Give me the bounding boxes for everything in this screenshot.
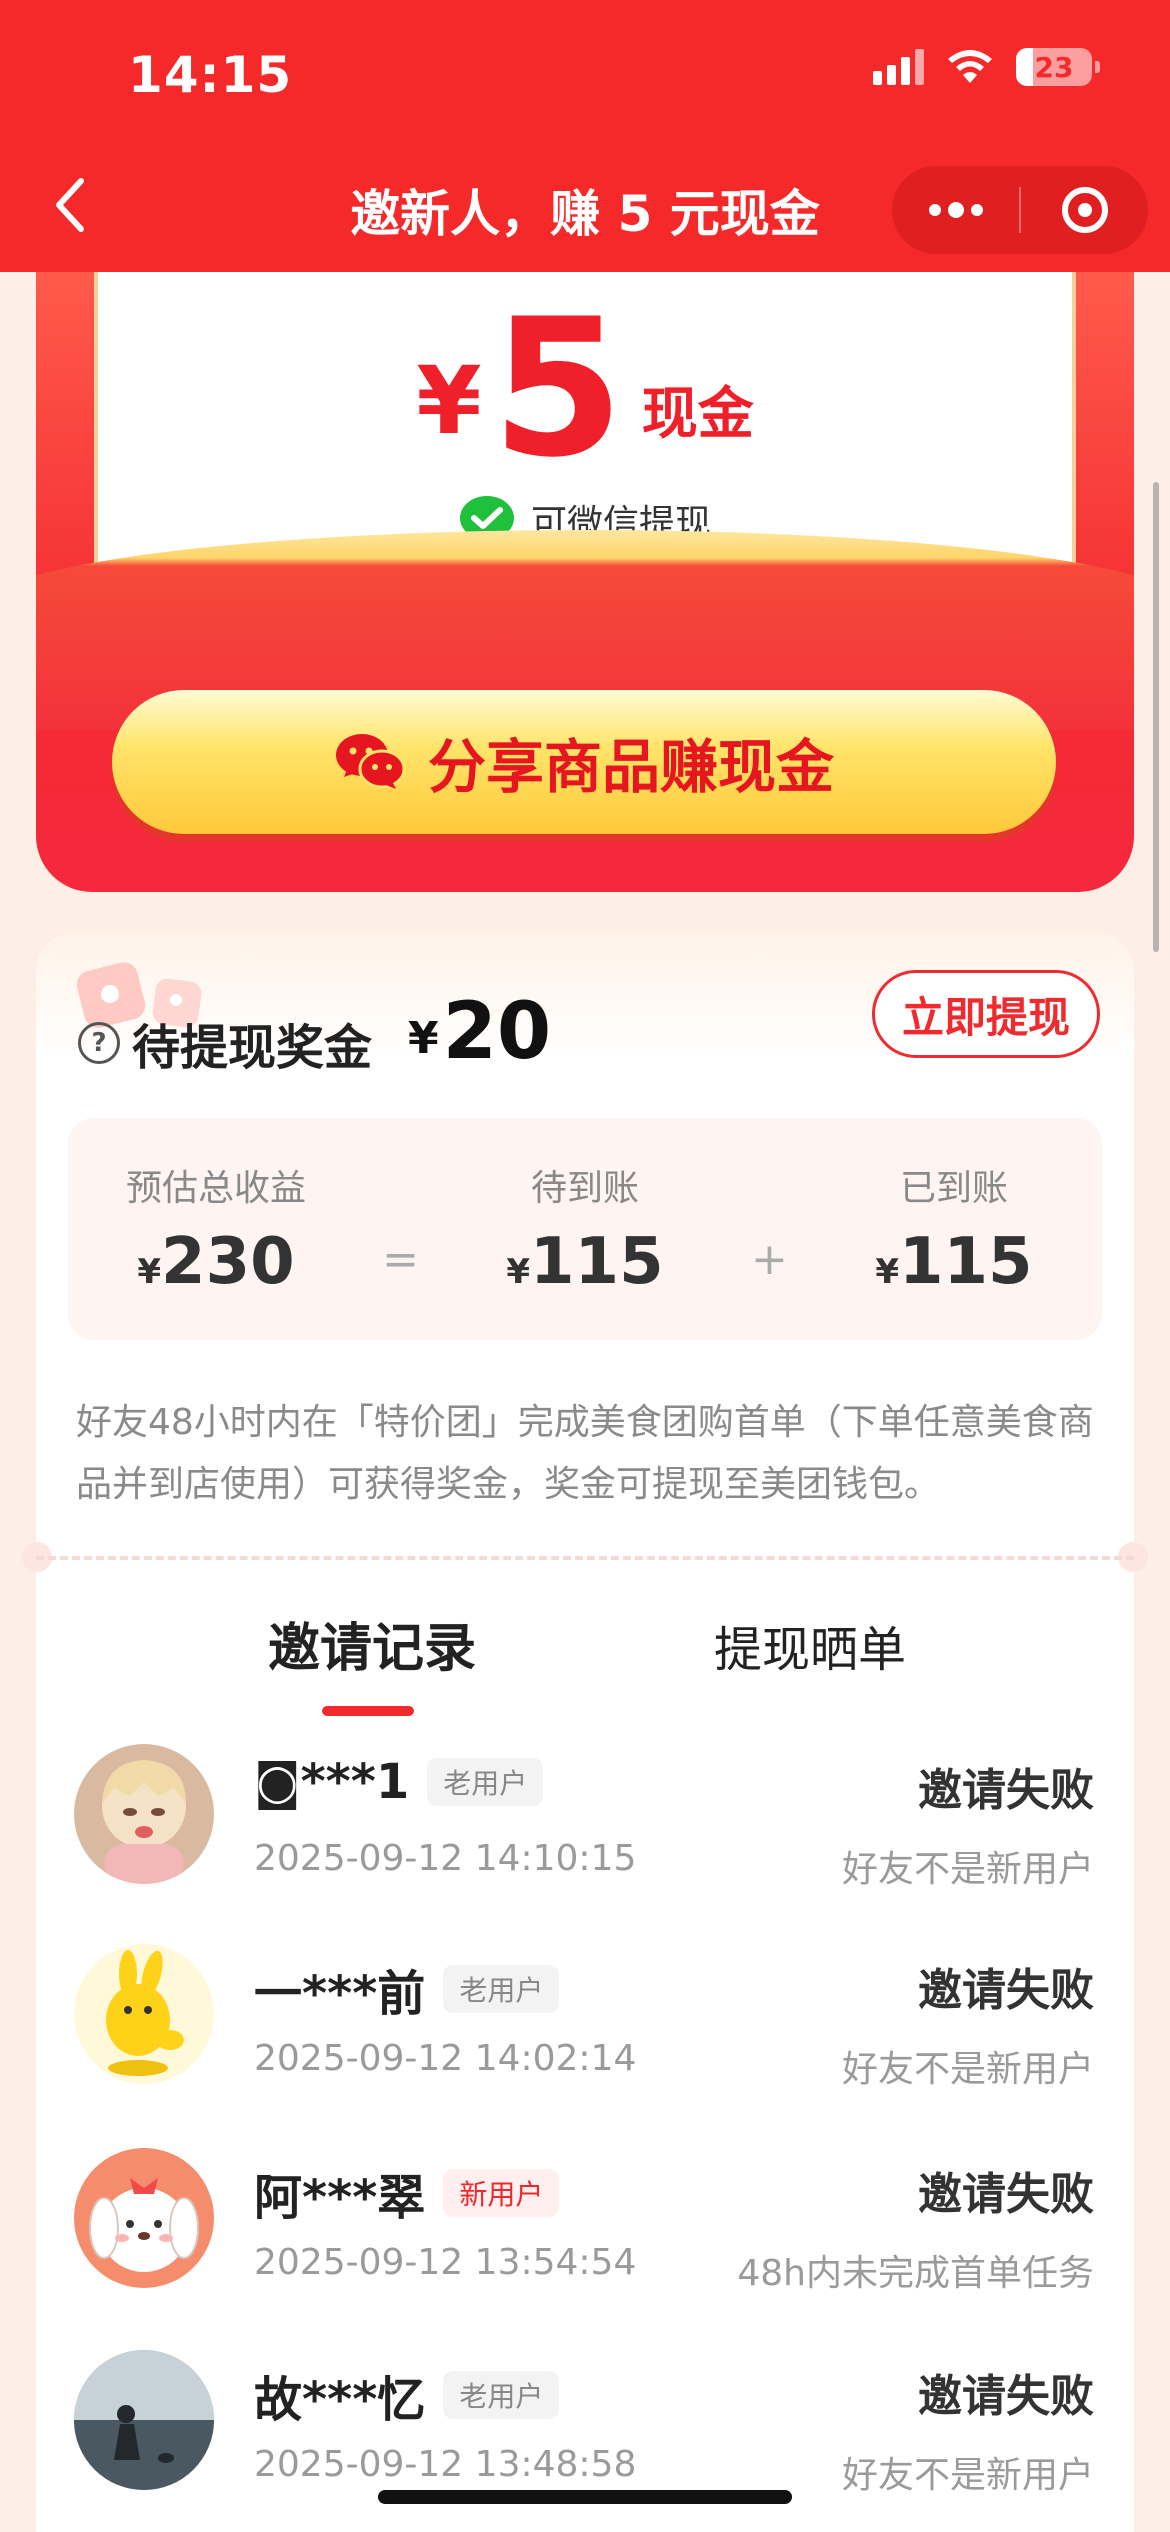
avatar (74, 2350, 214, 2490)
bonus-amount: 20 (442, 987, 552, 1077)
reward-value: 5 (491, 278, 624, 499)
avatar (74, 1944, 214, 2084)
battery-percent: 23 (1034, 50, 1074, 84)
invite-reason: 好友不是新用户 (841, 2455, 1094, 2496)
user-type-tag: 老用户 (427, 1758, 544, 1806)
invitee-name: ◙***1 (254, 1754, 410, 1810)
list-item[interactable]: ◙***1 老用户 2025-09-12 14:10:15 邀请失败 好友不是新… (36, 1744, 1134, 1914)
avatar (74, 1744, 214, 1884)
signal-icon (873, 49, 924, 85)
bonus-panel: ? 待提现奖金 ¥ 20 立即提现 预估总收益 ¥230 = 待到账 ¥115 … (36, 932, 1134, 1572)
invitee-name: 一***前 (254, 1966, 426, 2022)
pending-value: 115 (530, 1225, 664, 1299)
invite-status: 邀请失败 (918, 2169, 1094, 2220)
invite-reason: 好友不是新用户 (841, 1849, 1094, 1890)
avatar (74, 2148, 214, 2288)
user-type-tag: 新用户 (443, 2169, 560, 2217)
status-time: 14:15 (128, 46, 293, 104)
close-miniprogram-button[interactable] (1021, 166, 1148, 254)
invite-reason: 48h内未完成首单任务 (737, 2253, 1094, 2294)
user-type-tag: 老用户 (443, 2371, 560, 2419)
more-dots-icon (928, 202, 983, 218)
invitee-name: 故***忆 (254, 2372, 426, 2428)
reward-unit: 现金 (641, 382, 754, 447)
pending-bonus-text: 待提现奖金 (132, 1020, 373, 1076)
records-tabs: 邀请记录 提现晒单 (36, 1606, 1134, 1716)
received-earnings: 已到账 ¥115 (824, 1159, 1084, 1299)
user-type-tag: 老用户 (443, 1965, 560, 2013)
pending-earnings: 待到账 ¥115 (455, 1159, 715, 1299)
tab-withdraw-showcase[interactable]: 提现晒单 (714, 1610, 906, 1680)
equals-sign: = (382, 1233, 419, 1285)
pending-bonus-value: ¥ 20 (408, 990, 551, 1074)
reward-envelope-card: ¥ 5 现金 可微信提现 分享商品赚现金 (36, 272, 1134, 892)
scrollbar[interactable] (1153, 482, 1159, 952)
battery-fill (1016, 48, 1034, 86)
active-tab-indicator (322, 1706, 414, 1716)
earnings-summary: 预估总收益 ¥230 = 待到账 ¥115 + 已到账 ¥115 (68, 1118, 1102, 1340)
received-currency: ¥ (875, 1252, 899, 1292)
invite-records-section: 邀请记录 提现晒单 ◙***1 老用户 2025-09-12 14:10:15 … (36, 1572, 1134, 2532)
estimated-total-value: 230 (161, 1225, 295, 1299)
wechat-icon (335, 734, 406, 789)
reward-currency: ¥ (416, 347, 482, 456)
bonus-rules: 好友48小时内在「特价团」完成美食团购首单（下单任意美食商品并到店使用）可获得奖… (76, 1402, 1094, 1505)
invite-status: 邀请失败 (918, 2371, 1094, 2422)
tab-invite-records[interactable]: 邀请记录 (268, 1606, 476, 1681)
received-label: 已到账 (899, 1168, 1008, 1209)
bonus-currency: ¥ (408, 1013, 439, 1064)
pending-currency: ¥ (506, 1252, 531, 1292)
plus-sign: + (751, 1233, 788, 1285)
withdraw-now-button[interactable]: 立即提现 (872, 970, 1100, 1058)
invite-time: 2025-09-12 14:02:14 (254, 2038, 637, 2079)
invite-time: 2025-09-12 13:54:54 (254, 2242, 637, 2283)
invite-status: 邀请失败 (918, 1765, 1094, 1816)
help-icon[interactable]: ? (78, 1022, 120, 1064)
invitee-name: 阿***翠 (254, 2170, 426, 2226)
share-product-button[interactable]: 分享商品赚现金 (112, 690, 1056, 834)
invite-reason: 好友不是新用户 (841, 2049, 1094, 2090)
more-button[interactable] (892, 166, 1019, 254)
pending-bonus-label: ? 待提现奖金 (78, 1008, 372, 1078)
reward-amount: ¥ 5 现金 (98, 294, 1072, 484)
home-indicator[interactable] (378, 2490, 792, 2504)
battery-icon: 23 (1016, 48, 1100, 86)
share-button-label: 分享商品赚现金 (427, 733, 834, 801)
invite-status: 邀请失败 (918, 1965, 1094, 2016)
estimated-total-label: 预估总收益 (126, 1168, 307, 1209)
miniprogram-capsule (892, 166, 1148, 254)
wifi-icon (948, 50, 992, 83)
estimated-total-currency: ¥ (137, 1252, 162, 1292)
invite-time: 2025-09-12 14:10:15 (254, 1838, 637, 1879)
target-icon (1061, 187, 1108, 233)
status-icons: 23 (873, 48, 1100, 86)
pending-label: 待到账 (530, 1168, 639, 1209)
list-item[interactable]: 阿***翠 新用户 2025-09-12 13:54:54 邀请失败 48h内未… (36, 2148, 1134, 2318)
invite-time: 2025-09-12 13:48:58 (254, 2444, 637, 2485)
received-value: 115 (898, 1225, 1033, 1299)
list-item[interactable]: 一***前 老用户 2025-09-12 14:02:14 邀请失败 好友不是新… (36, 1944, 1134, 2114)
dashed-divider (36, 1556, 1134, 1560)
header-bar: 14:15 23 邀新人，赚 5 元现金 (0, 0, 1170, 272)
estimated-total: 预估总收益 ¥230 (86, 1159, 346, 1299)
